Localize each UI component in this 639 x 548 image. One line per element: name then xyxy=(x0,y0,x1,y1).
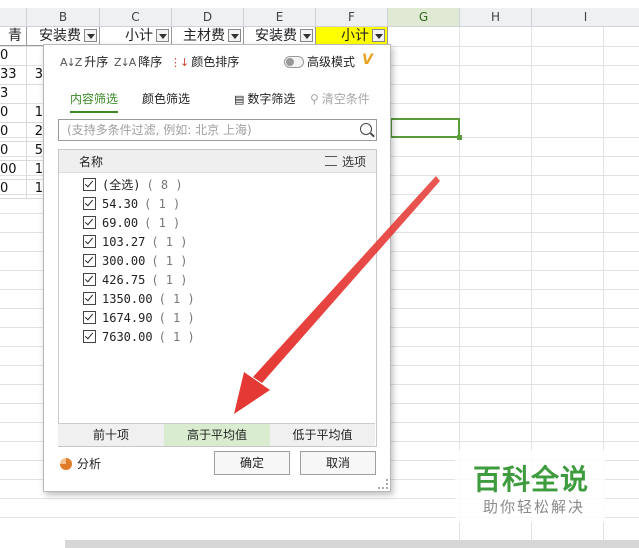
number-filter-button[interactable]: ▤ 数字筛选 xyxy=(234,89,295,109)
value-list: 名称 选项 (全选)( 8 ) 54.30( 1 ) 69.00( 1 ) 10… xyxy=(58,149,377,447)
list-item[interactable]: 1674.90( 1 ) xyxy=(83,309,195,328)
cell-a9[interactable]: 0 xyxy=(0,179,27,199)
cell-a5[interactable]: 0 xyxy=(0,103,27,123)
cell-a4[interactable]: 3 xyxy=(0,84,27,104)
column-header-h[interactable]: H xyxy=(460,8,532,27)
pie-chart-icon xyxy=(60,458,72,470)
horizontal-scrollbar[interactable] xyxy=(65,540,639,548)
clear-conditions-button[interactable]: ⚲ 清空条件 xyxy=(310,89,370,109)
color-sort-icon: ⋮↓ xyxy=(170,56,189,69)
list-item[interactable]: 300.00( 1 ) xyxy=(83,252,187,271)
sort-ascending-button[interactable]: A↓Z 升序 xyxy=(60,53,108,71)
cell-b6[interactable]: 2 xyxy=(27,122,44,142)
column-header-e[interactable]: E xyxy=(244,8,316,27)
checkbox-checked[interactable] xyxy=(83,273,96,286)
vip-icon[interactable]: V xyxy=(362,52,373,68)
cell-a3[interactable]: 33 xyxy=(0,65,27,85)
checkbox-checked[interactable] xyxy=(83,254,96,267)
filter-search-input[interactable]: (支持多条件过滤, 例如: 北京 上海) xyxy=(58,119,377,141)
list-header-name: 名称 xyxy=(79,155,104,169)
column-header-b[interactable]: B xyxy=(27,8,100,27)
cell-a6[interactable]: 0 xyxy=(0,122,27,142)
column-header-g[interactable]: G xyxy=(388,8,460,27)
options-button[interactable]: 选项 xyxy=(324,153,366,170)
tab-color-filter[interactable]: 颜色筛选 xyxy=(142,89,190,111)
list-item[interactable]: 426.75( 1 ) xyxy=(83,271,187,290)
watermark: 百科全说 助你轻松解决 xyxy=(455,450,605,522)
sort-row: A↓Z 升序 Z↓A 降序 ⋮↓ 颜色排序 高级模式 V xyxy=(44,45,390,77)
advanced-mode-label: 高级模式 xyxy=(307,55,356,69)
active-cell[interactable] xyxy=(390,118,462,140)
tab-content-filter[interactable]: 内容筛选 xyxy=(70,89,119,113)
cell-a7[interactable]: 0 xyxy=(0,141,27,161)
ok-button[interactable]: 确定 xyxy=(214,451,290,475)
cell-b8[interactable]: 1 xyxy=(27,160,44,180)
cell-b9[interactable]: 1 xyxy=(27,179,44,199)
list-item[interactable]: 69.00( 1 ) xyxy=(83,214,180,233)
search-icon[interactable] xyxy=(360,123,372,135)
analyze-button[interactable]: 分析 xyxy=(60,455,101,472)
watermark-subtitle: 助你轻松解决 xyxy=(483,498,586,516)
filter-dropdown-button[interactable] xyxy=(84,29,97,42)
sort-descending-button[interactable]: Z↓A 降序 xyxy=(114,53,162,71)
cell-b3[interactable]: 3 xyxy=(27,65,44,85)
top-ten-button[interactable]: 前十项 xyxy=(58,424,164,446)
column-header-i[interactable]: I xyxy=(532,8,639,27)
checkbox-checked[interactable] xyxy=(83,311,96,324)
checkbox-checked[interactable] xyxy=(83,197,96,210)
options-icon xyxy=(324,156,337,166)
filter-dropdown-button-active[interactable] xyxy=(372,29,385,42)
filter-dropdown-button[interactable] xyxy=(300,29,313,42)
list-item[interactable]: 7630.00( 1 ) xyxy=(83,328,195,347)
filter-dropdown-button[interactable] xyxy=(228,29,241,42)
value-list-header: 名称 选项 xyxy=(59,150,376,173)
search-placeholder: (支持多条件过滤, 例如: 北京 上海) xyxy=(67,123,252,137)
filter-panel: A↓Z 升序 Z↓A 降序 ⋮↓ 颜色排序 高级模式 V 内容筛选 颜色筛选 ▤ 数字筛… xyxy=(43,44,391,492)
cell-b7[interactable]: 5 xyxy=(27,141,44,161)
sort-descending-icon: Z↓A xyxy=(114,56,136,69)
column-header-a-edge xyxy=(0,8,27,27)
column-header-c[interactable]: C xyxy=(100,8,172,27)
checkbox-checked[interactable] xyxy=(83,178,96,191)
number-filter-icon: ▤ xyxy=(234,93,245,106)
checkbox-checked[interactable] xyxy=(83,330,96,343)
cell-a8[interactable]: 00 xyxy=(0,160,27,180)
funnel-clear-icon: ⚲ xyxy=(310,92,319,106)
checkbox-checked[interactable] xyxy=(83,292,96,305)
cancel-button[interactable]: 取消 xyxy=(300,451,376,475)
column-header-f[interactable]: F xyxy=(316,8,388,27)
cell-b5[interactable]: 1 xyxy=(27,103,44,123)
advanced-mode-toggle[interactable] xyxy=(284,56,304,68)
list-item-select-all[interactable]: (全选)( 8 ) xyxy=(83,176,183,195)
quick-filter-tabs: 前十项 高于平均值 低于平均值 xyxy=(58,423,375,446)
filter-dropdown-button[interactable] xyxy=(156,29,169,42)
list-item[interactable]: 1350.00( 1 ) xyxy=(83,290,195,309)
sort-by-color-button[interactable]: ⋮↓ 颜色排序 xyxy=(170,53,239,71)
list-item[interactable]: 103.27( 1 ) xyxy=(83,233,187,252)
above-average-button[interactable]: 高于平均值 xyxy=(164,424,270,446)
cell-a2[interactable]: 0 xyxy=(0,46,27,66)
list-item[interactable]: 54.30( 1 ) xyxy=(83,195,180,214)
header-cell-a[interactable]: 青 xyxy=(0,27,27,46)
below-average-button[interactable]: 低于平均值 xyxy=(270,424,375,446)
checkbox-checked[interactable] xyxy=(83,235,96,248)
resize-grip[interactable] xyxy=(378,479,388,489)
watermark-title: 百科全说 xyxy=(473,463,590,496)
sort-ascending-icon: A↓Z xyxy=(60,56,82,69)
column-header-d[interactable]: D xyxy=(172,8,244,27)
checkbox-checked[interactable] xyxy=(83,216,96,229)
